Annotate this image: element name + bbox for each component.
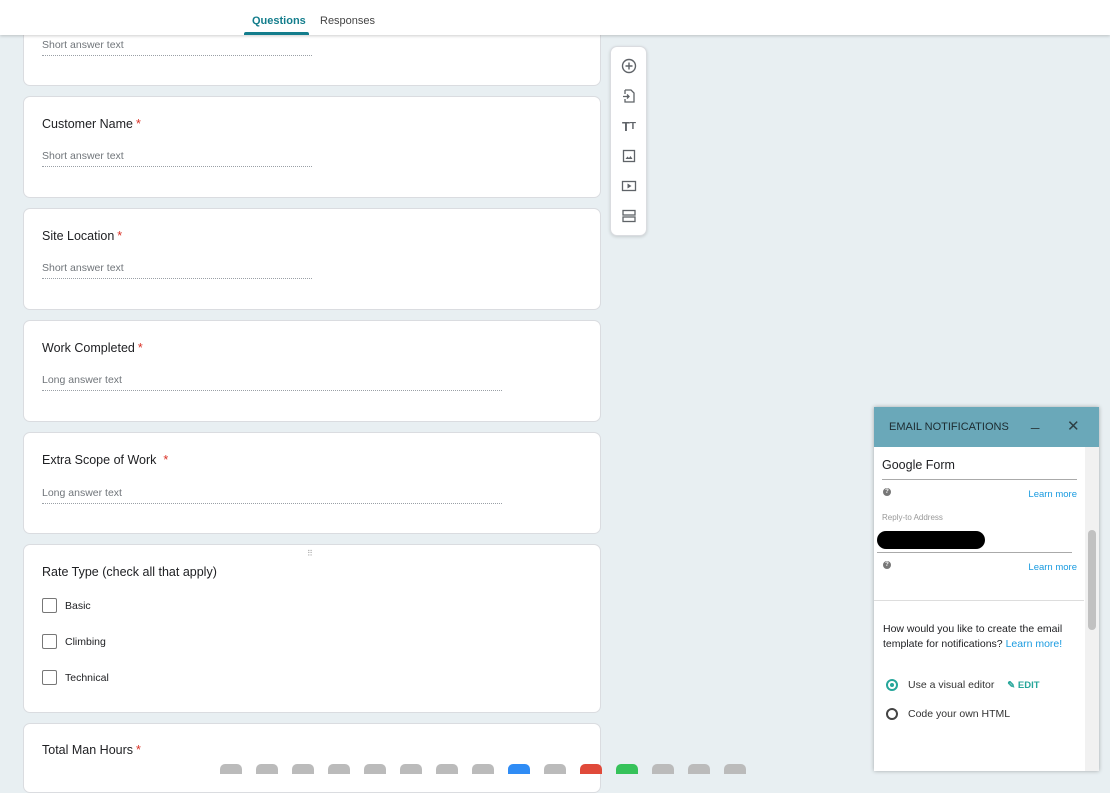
dock-app-icon[interactable] bbox=[544, 764, 566, 774]
required-mark: * bbox=[136, 743, 141, 757]
radio-selected-icon[interactable] bbox=[886, 679, 898, 692]
radio-visual-editor[interactable]: Use a visual editor ✎ EDIT bbox=[886, 679, 1040, 692]
question-card-customer-name[interactable]: Customer Name * Short answer text bbox=[23, 96, 601, 198]
learn-more-link[interactable]: Learn more bbox=[1028, 489, 1077, 500]
dock-app-icon[interactable] bbox=[256, 764, 278, 774]
question-card-extra-scope[interactable]: Extra Scope of Work * Long answer text bbox=[23, 432, 601, 534]
dock-app-icon[interactable] bbox=[724, 764, 746, 774]
checkbox-icon[interactable] bbox=[42, 634, 57, 649]
answer-placeholder: Long answer text bbox=[42, 487, 502, 504]
question-title: Customer Name * bbox=[42, 117, 141, 131]
panel-title: EMAIL NOTIFICATIONS bbox=[889, 421, 1009, 433]
required-mark: * bbox=[136, 117, 141, 131]
dock-app-icon[interactable] bbox=[616, 764, 638, 774]
dock-app-icon[interactable] bbox=[328, 764, 350, 774]
answer-placeholder: Short answer text bbox=[42, 262, 312, 279]
title-text-icon[interactable]: TT bbox=[619, 116, 639, 136]
question-card-work-completed[interactable]: Work Completed * Long answer text bbox=[23, 320, 601, 422]
close-icon[interactable]: ✕ bbox=[1067, 417, 1080, 435]
panel-header: EMAIL NOTIFICATIONS _ ✕ bbox=[874, 407, 1099, 447]
dock-app-icon[interactable] bbox=[472, 764, 494, 774]
pencil-icon: ✎ bbox=[1007, 680, 1016, 691]
checkbox-option-technical[interactable]: Technical bbox=[42, 670, 109, 685]
dock-app-icon[interactable] bbox=[508, 764, 530, 774]
reply-to-field[interactable] bbox=[877, 527, 1072, 553]
question-card-rate-type[interactable]: ⠿ Rate Type (check all that apply) Basic… bbox=[23, 544, 601, 713]
template-question: How would you like to create the email t… bbox=[883, 623, 1063, 650]
checkbox-option-basic[interactable]: Basic bbox=[42, 598, 91, 613]
question-card-total-man-hours[interactable]: Total Man Hours * bbox=[23, 723, 601, 793]
question-card-site-location[interactable]: Site Location * Short answer text bbox=[23, 208, 601, 310]
checkbox-icon[interactable] bbox=[42, 598, 57, 613]
answer-placeholder: Short answer text bbox=[42, 39, 312, 56]
dock-app-icon[interactable] bbox=[400, 764, 422, 774]
minimize-icon[interactable]: _ bbox=[1031, 413, 1039, 430]
question-title: Site Location * bbox=[42, 229, 123, 243]
reply-to-label: Reply-to Address bbox=[882, 513, 943, 522]
help-icon[interactable]: ? bbox=[883, 488, 891, 496]
dock-app-icon[interactable] bbox=[436, 764, 458, 774]
radio-unselected-icon[interactable] bbox=[886, 708, 898, 721]
checkbox-option-climbing[interactable]: Climbing bbox=[42, 634, 106, 649]
dock bbox=[220, 764, 1050, 774]
divider bbox=[874, 600, 1084, 601]
active-tab-indicator bbox=[244, 32, 309, 35]
dock-app-icon[interactable] bbox=[292, 764, 314, 774]
required-mark: * bbox=[117, 229, 123, 243]
scrollbar-thumb[interactable] bbox=[1088, 530, 1096, 630]
section-icon[interactable] bbox=[619, 206, 639, 226]
video-icon[interactable] bbox=[619, 176, 639, 196]
email-notifications-panel: EMAIL NOTIFICATIONS _ ✕ Google Form ? Le… bbox=[874, 407, 1099, 771]
question-toolbar: TT bbox=[610, 46, 647, 236]
radio-code-html[interactable]: Code your own HTML bbox=[886, 708, 1010, 721]
import-questions-icon[interactable] bbox=[619, 86, 639, 106]
sender-name-field[interactable]: Google Form bbox=[882, 458, 1077, 480]
answer-placeholder: Long answer text bbox=[42, 374, 502, 391]
dock-app-icon[interactable] bbox=[652, 764, 674, 774]
learn-more-link[interactable]: Learn more! bbox=[1006, 638, 1063, 650]
drag-handle-icon[interactable]: ⠿ bbox=[307, 549, 314, 558]
checkbox-icon[interactable] bbox=[42, 670, 57, 685]
required-mark: * bbox=[137, 341, 143, 355]
help-icon[interactable]: ? bbox=[883, 561, 891, 569]
edit-button[interactable]: ✎ EDIT bbox=[1007, 680, 1039, 691]
question-title: Total Man Hours * bbox=[42, 743, 141, 757]
top-bar: Questions Responses bbox=[0, 0, 1110, 35]
question-title: Extra Scope of Work * bbox=[42, 453, 169, 467]
redacted-email bbox=[877, 531, 985, 549]
tab-responses[interactable]: Responses bbox=[320, 15, 375, 27]
question-title: Rate Type (check all that apply) bbox=[42, 565, 217, 579]
tab-questions[interactable]: Questions bbox=[252, 15, 306, 27]
answer-placeholder: Short answer text bbox=[42, 150, 312, 167]
dock-app-icon[interactable] bbox=[688, 764, 710, 774]
image-icon[interactable] bbox=[619, 146, 639, 166]
dock-app-icon[interactable] bbox=[580, 764, 602, 774]
dock-app-icon[interactable] bbox=[220, 764, 242, 774]
learn-more-link[interactable]: Learn more bbox=[1028, 562, 1077, 573]
required-mark: * bbox=[163, 453, 169, 467]
question-title: Work Completed * bbox=[42, 341, 143, 355]
add-question-icon[interactable] bbox=[619, 56, 639, 76]
dock-app-icon[interactable] bbox=[364, 764, 386, 774]
